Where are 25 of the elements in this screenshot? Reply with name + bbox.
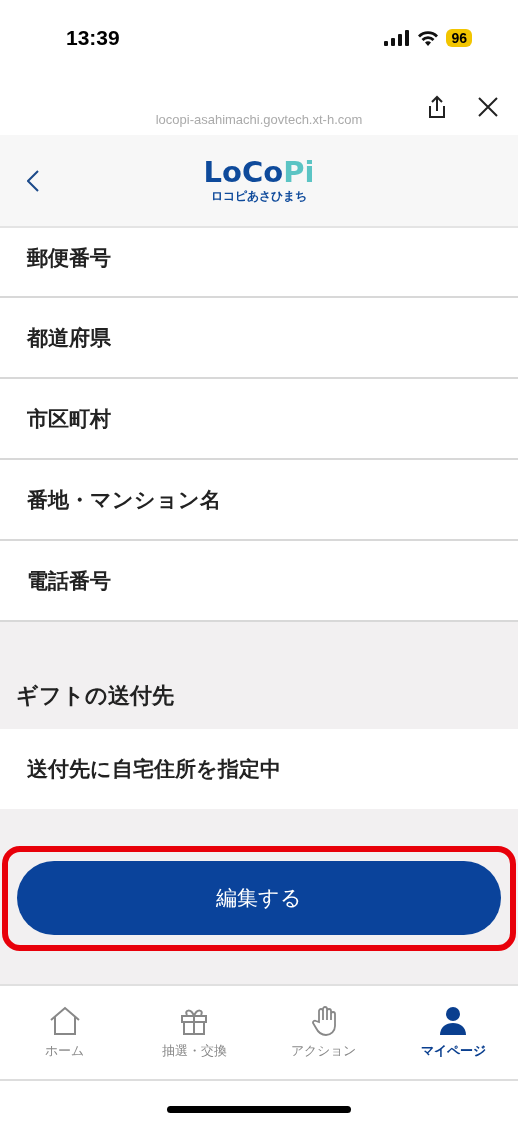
home-icon: [48, 1005, 81, 1036]
field-label: 市区町村: [27, 405, 111, 433]
field-label: 番地・マンション名: [27, 486, 221, 514]
field-label: 郵便番号: [27, 245, 111, 272]
logo-text: LoCoPi: [203, 157, 315, 187]
section-heading: ギフトの送付先: [16, 682, 174, 710]
url-text: locopi-asahimachi.govtech.xt-h.com: [155, 112, 363, 127]
hand-icon: [309, 1005, 338, 1036]
share-icon[interactable]: [426, 95, 448, 119]
field-label: 都道府県: [27, 324, 111, 352]
person-icon: [438, 1005, 469, 1036]
edit-button[interactable]: 編集する: [17, 861, 501, 935]
gift-destination-text: 送付先に自宅住所を指定中: [27, 756, 281, 783]
tab-bar-item[interactable]: マイページ: [388, 986, 518, 1079]
tab-bar-item[interactable]: ホーム: [0, 986, 130, 1079]
status-time: 13:39: [66, 25, 120, 50]
signal-icon: [384, 29, 411, 46]
tab-bar-item[interactable]: アクション: [259, 986, 389, 1079]
tab-bar-item[interactable]: 抽選・交換: [129, 986, 259, 1079]
battery-level: 96: [446, 28, 472, 47]
field-label: 電話番号: [27, 567, 111, 595]
close-icon[interactable]: [478, 97, 498, 117]
logo-subtitle: ロコピあさひまち: [211, 188, 307, 204]
wifi-icon: [417, 29, 440, 46]
back-icon[interactable]: [27, 169, 39, 192]
